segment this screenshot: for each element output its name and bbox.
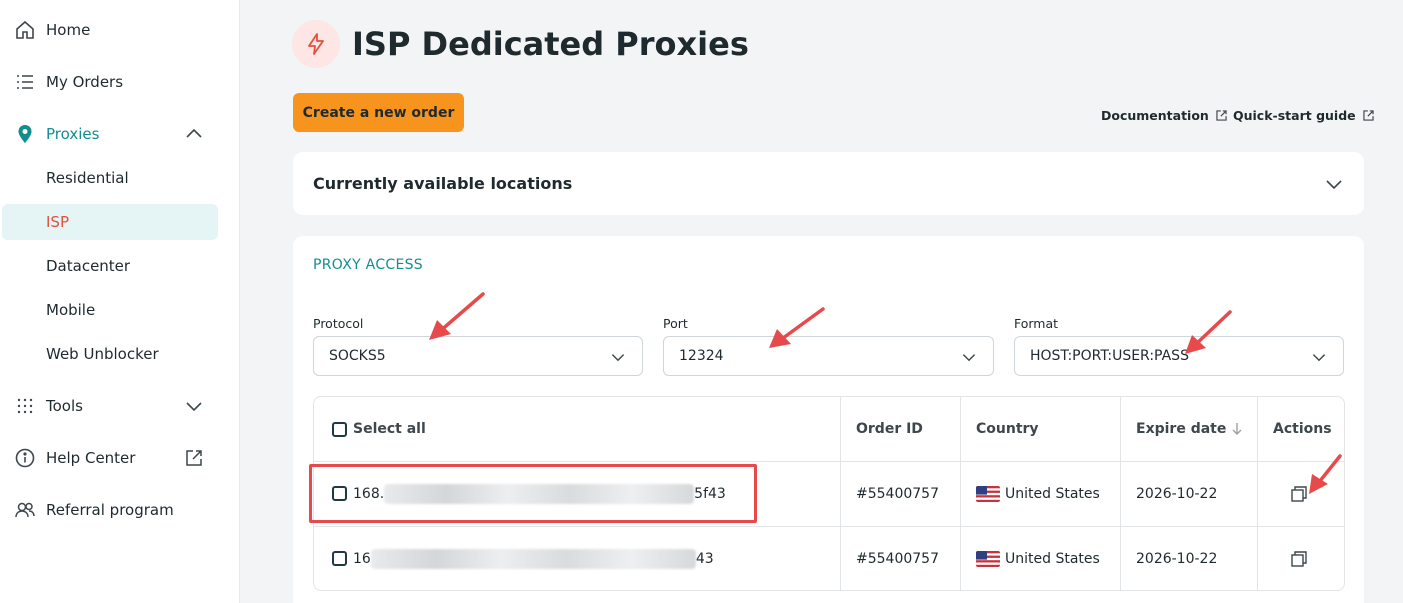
us-flag-icon <box>976 485 1000 502</box>
select-all-header[interactable]: Select all <box>332 397 426 461</box>
protocol-select[interactable]: SOCKS5 <box>313 336 643 376</box>
row-checkbox[interactable] <box>332 551 347 566</box>
sort-arrow-down-icon <box>1232 423 1242 435</box>
sidebar-subitem-mobile[interactable]: Mobile <box>46 301 95 319</box>
port-label: Port <box>663 316 688 331</box>
location-pin-icon <box>14 123 36 145</box>
sidebar-item-label: Tools <box>46 397 83 415</box>
protocol-value: SOCKS5 <box>329 348 386 364</box>
order-id-cell: #55400757 <box>856 550 939 567</box>
proxy-address-end: 43 <box>695 550 714 567</box>
proxy-address-end: 5f43 <box>694 485 726 502</box>
sidebar-subitem-residential[interactable]: Residential <box>46 169 129 187</box>
sidebar-item-orders[interactable]: My Orders <box>0 64 240 100</box>
external-link-icon <box>1216 110 1227 121</box>
expire-date-cell: 2026-10-22 <box>1136 550 1218 567</box>
expire-date-cell: 2026-10-22 <box>1136 485 1218 502</box>
documentation-link-label: Documentation <box>1101 108 1209 123</box>
port-value: 12324 <box>679 348 724 364</box>
sidebar-item-tools[interactable]: Tools <box>0 388 240 424</box>
external-link-icon <box>184 448 204 468</box>
table-row: 168. 5f43 <box>332 461 726 526</box>
locations-panel[interactable]: Currently available locations <box>293 152 1364 215</box>
actions-header: Actions <box>1273 421 1332 437</box>
proxy-access-label: PROXY ACCESS <box>313 257 423 273</box>
sidebar-item-referral[interactable]: Referral program <box>0 492 240 528</box>
lightning-icon <box>292 20 340 68</box>
sidebar-subitem-web-unblocker[interactable]: Web Unblocker <box>46 345 159 363</box>
format-select[interactable]: HOST:PORT:USER:PASS <box>1014 336 1344 376</box>
info-icon <box>14 447 36 469</box>
list-icon <box>14 71 36 93</box>
documentation-link[interactable]: Documentation <box>1101 108 1228 123</box>
proxy-address-start: 168. <box>353 485 385 502</box>
order-id-cell: #55400757 <box>856 485 939 502</box>
country-header: Country <box>976 421 1039 437</box>
protocol-label: Protocol <box>313 316 364 331</box>
country-name: United States <box>1005 550 1100 567</box>
page-title: ISP Dedicated Proxies <box>352 25 749 63</box>
sidebar-subitem-datacenter[interactable]: Datacenter <box>46 257 130 275</box>
proxy-access-panel: PROXY ACCESS Protocol SOCKS5 Port 12324 … <box>293 236 1364 603</box>
users-icon <box>14 499 36 521</box>
home-icon <box>14 19 36 41</box>
sidebar: Home My Orders Proxies Residential ISP D… <box>0 0 240 603</box>
external-link-icon <box>1362 110 1374 121</box>
select-all-checkbox[interactable] <box>332 421 347 437</box>
quickstart-link[interactable]: Quick-start guide <box>1233 108 1375 123</box>
redacted-proxy <box>370 548 696 569</box>
copy-button[interactable] <box>1290 526 1308 590</box>
select-all-label: Select all <box>353 421 426 437</box>
table-row: 16 43 <box>332 526 714 590</box>
copy-button[interactable] <box>1290 461 1308 526</box>
sidebar-item-label: Home <box>46 21 91 39</box>
proxy-table: Select all Order ID Country Expire date … <box>313 396 1345 591</box>
country-cell: United States <box>976 526 1100 590</box>
chevron-up-icon[interactable] <box>184 124 204 144</box>
chevron-down-icon[interactable] <box>184 396 204 416</box>
chevron-down-icon <box>1311 349 1327 369</box>
locations-title: Currently available locations <box>313 174 573 193</box>
proxy-address-start: 16 <box>353 550 371 567</box>
copy-icon <box>1291 550 1307 567</box>
chevron-down-icon[interactable] <box>1324 174 1344 198</box>
format-value: HOST:PORT:USER:PASS <box>1030 348 1189 364</box>
redacted-proxy <box>384 483 695 504</box>
chevron-down-icon <box>610 349 626 369</box>
country-cell: United States <box>976 461 1100 526</box>
us-flag-icon <box>976 550 1000 567</box>
port-select[interactable]: 12324 <box>663 336 994 376</box>
sidebar-item-home[interactable]: Home <box>0 12 240 48</box>
sidebar-item-help-center[interactable]: Help Center <box>0 440 240 476</box>
copy-icon <box>1291 485 1307 502</box>
grid-dots-icon <box>14 395 36 417</box>
country-name: United States <box>1005 485 1100 502</box>
expire-date-header[interactable]: Expire date <box>1136 397 1243 461</box>
expire-date-label: Expire date <box>1136 421 1227 437</box>
format-label: Format <box>1014 316 1059 331</box>
row-checkbox[interactable] <box>332 486 347 501</box>
chevron-down-icon <box>961 349 977 369</box>
create-order-button[interactable]: Create a new order <box>293 93 464 132</box>
sidebar-subitem-label: ISP <box>46 213 69 231</box>
sidebar-item-label: Help Center <box>46 449 136 467</box>
quickstart-link-label: Quick-start guide <box>1233 108 1356 123</box>
page-header: ISP Dedicated Proxies <box>292 20 749 68</box>
order-id-header: Order ID <box>856 421 923 437</box>
sidebar-subitem-isp[interactable]: ISP <box>2 204 218 240</box>
sidebar-item-label: Proxies <box>46 125 100 143</box>
sidebar-item-proxies[interactable]: Proxies <box>0 116 240 152</box>
sidebar-item-label: My Orders <box>46 73 124 91</box>
sidebar-item-label: Referral program <box>46 501 174 519</box>
